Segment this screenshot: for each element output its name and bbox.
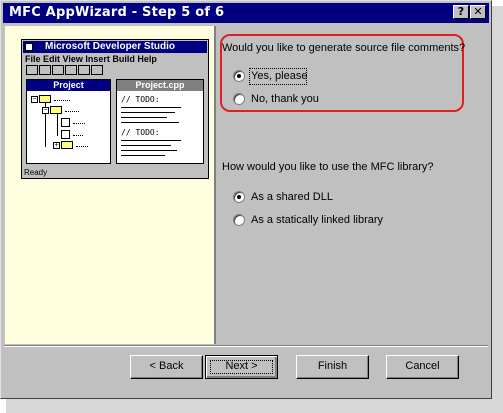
static-library-radio[interactable] [233, 214, 245, 226]
code-line [121, 122, 179, 123]
folder-icon [50, 106, 62, 114]
shared-dll-label[interactable]: As a shared DLL [251, 191, 333, 203]
library-question: How would you like to use the MFC librar… [222, 161, 434, 173]
code-line [121, 155, 165, 156]
help-button[interactable]: ? [453, 5, 469, 19]
back-button[interactable]: < Back [130, 355, 203, 379]
collapse-icon: − [42, 107, 49, 114]
code-line [121, 150, 177, 151]
window-title: MFC AppWizard - Step 5 of 6 [9, 5, 225, 20]
next-button[interactable]: Next > [205, 355, 278, 379]
todo-comment: // TODO: [121, 128, 160, 137]
document-icon [61, 130, 70, 139]
ide-status-bar: Ready [24, 168, 48, 177]
todo-comment: // TODO: [121, 95, 160, 104]
source-file-pane: Project.cpp // TODO: // TODO: [116, 79, 204, 164]
code-line [121, 117, 167, 118]
collapse-icon: − [31, 96, 38, 103]
expand-icon: + [53, 142, 60, 149]
project-pane: Project − − + [26, 79, 111, 164]
shared-dll-radio[interactable] [233, 191, 245, 203]
ide-preview-illustration: Microsoft Developer Studio File Edit Vie… [21, 39, 209, 179]
close-button[interactable]: ✕ [470, 5, 486, 19]
focus-rectangle [210, 360, 273, 374]
comments-no-label[interactable]: No, thank you [251, 93, 319, 105]
ide-preview-title: Microsoft Developer Studio [23, 41, 207, 53]
toolbar-button-icon [78, 65, 90, 75]
code-line [121, 107, 181, 108]
text-placeholder [73, 132, 83, 136]
comments-yes-radio[interactable] [233, 70, 245, 82]
tree-line [57, 114, 58, 136]
title-bar[interactable]: MFC AppWizard - Step 5 of 6 ? ✕ [3, 3, 489, 23]
cancel-button[interactable]: Cancel [386, 355, 459, 379]
comments-question: Would you like to generate source file c… [222, 42, 466, 54]
source-file-pane-title: Project.cpp [117, 80, 203, 91]
text-placeholder [65, 108, 79, 112]
toolbar-button-icon [91, 65, 103, 75]
ide-preview-menu: File Edit View Insert Build Help [25, 54, 157, 64]
code-line [121, 145, 171, 146]
code-line [121, 140, 181, 141]
toolbar-button-icon [26, 65, 38, 75]
folder-icon [39, 95, 51, 103]
comments-no-radio[interactable] [233, 93, 245, 105]
folder-icon [61, 141, 73, 149]
code-line [121, 112, 175, 113]
toolbar-button-icon [39, 65, 51, 75]
finish-button[interactable]: Finish [296, 355, 369, 379]
text-placeholder [73, 120, 85, 124]
text-placeholder [54, 97, 70, 101]
text-placeholder [76, 143, 88, 147]
project-pane-title: Project [27, 80, 110, 91]
comments-yes-label[interactable]: Yes, please [251, 70, 307, 82]
toolbar-button-icon [52, 65, 64, 75]
static-library-label[interactable]: As a statically linked library [251, 214, 383, 226]
ide-system-menu-icon [25, 43, 33, 51]
panel-separator [214, 26, 216, 344]
footer-divider [4, 345, 488, 347]
toolbar-button-icon [65, 65, 77, 75]
document-icon [61, 118, 70, 127]
